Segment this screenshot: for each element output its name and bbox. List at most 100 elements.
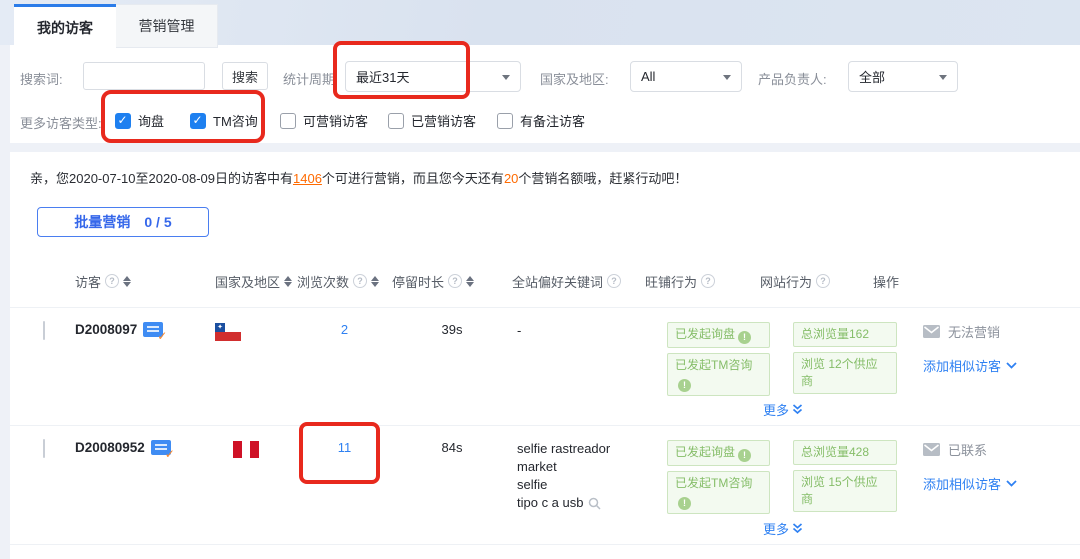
- checkbox-unchecked-icon[interactable]: [280, 112, 296, 129]
- checkbox-unchecked-icon[interactable]: [388, 112, 404, 129]
- bulk-marketing-count: 0 / 5: [144, 214, 172, 230]
- site-behavior-tag: 浏览 12个供应商: [793, 352, 897, 394]
- keyword-value: market: [517, 459, 557, 474]
- add-similar-visitors-link[interactable]: 添加相似访客: [923, 356, 1080, 375]
- keyword-value: selfie rastreador: [517, 441, 611, 456]
- exclamation-icon[interactable]: !: [738, 449, 752, 462]
- views-link[interactable]: 2: [297, 322, 392, 337]
- more-link[interactable]: 更多: [763, 519, 803, 538]
- keyword-value: tipo c a usb: [517, 495, 584, 510]
- help-icon[interactable]: ?: [816, 274, 831, 288]
- owner-select[interactable]: 全部: [848, 61, 958, 92]
- checkbox-marketable[interactable]: 可营销访客: [280, 111, 368, 130]
- help-icon[interactable]: ?: [105, 274, 120, 288]
- header-country[interactable]: 国家及地区: [215, 272, 297, 291]
- visitor-id[interactable]: D20080952: [75, 440, 145, 455]
- sort-icon[interactable]: [123, 275, 132, 287]
- sort-icon[interactable]: [284, 275, 293, 287]
- double-chevron-down-icon: [792, 404, 803, 415]
- visitor-list-panel: 亲，您2020-07-10至2020-08-09日的访客中有1406个可进行营销…: [10, 152, 1080, 559]
- shop-behavior-tag: 已发起TM咨询!: [667, 471, 770, 514]
- bulk-marketing-button[interactable]: 批量营销 0 / 5: [37, 207, 209, 237]
- checkbox-label: 已营销访客: [411, 114, 477, 129]
- search-input[interactable]: [83, 62, 205, 90]
- checkbox-tm-consult[interactable]: TM咨询: [190, 111, 258, 130]
- chevron-down-icon: [1006, 480, 1017, 487]
- header-label: 浏览次数: [297, 274, 350, 290]
- header-label: 旺铺行为: [645, 274, 698, 290]
- header-label: 网站行为: [760, 274, 813, 290]
- checkbox-label: 询盘: [138, 114, 165, 129]
- visitor-id[interactable]: D2008097: [75, 322, 137, 337]
- country-select-value: All: [641, 69, 656, 84]
- checkbox-label: 有备注访客: [520, 114, 586, 129]
- chevron-down-icon: [502, 75, 510, 80]
- exclamation-icon[interactable]: !: [738, 331, 752, 344]
- checkbox-checked-icon[interactable]: [190, 112, 206, 129]
- header-site-behavior: 网站行为 ?: [760, 272, 873, 291]
- country-select[interactable]: All: [630, 61, 742, 92]
- checkbox-marketed[interactable]: 已营销访客: [388, 111, 476, 130]
- checkbox-checked-icon[interactable]: [115, 112, 131, 129]
- chevron-down-icon: [723, 75, 731, 80]
- header-label: 全站偏好关键词: [512, 274, 604, 290]
- notice-text: 亲，您2020-07-10至2020-08-09日的访客中有: [30, 171, 293, 186]
- bulk-marketing-label: 批量营销: [74, 214, 131, 230]
- header-actions: 操作: [873, 272, 1080, 291]
- header-duration[interactable]: 停留时长 ?: [392, 272, 512, 291]
- checkbox-unchecked-icon[interactable]: [497, 112, 513, 129]
- duration-value: 84s: [441, 440, 463, 455]
- header-label: 停留时长: [392, 274, 445, 290]
- quota-count: 20: [503, 171, 519, 186]
- exclamation-icon[interactable]: !: [678, 497, 691, 510]
- period-label: 统计周期: [283, 72, 336, 87]
- header-views[interactable]: 浏览次数 ?: [297, 272, 392, 291]
- checkbox-inquiry[interactable]: 询盘: [115, 111, 164, 130]
- header-label: 访客: [75, 274, 102, 290]
- checkbox-noted[interactable]: 有备注访客: [497, 111, 585, 130]
- marketable-count-link[interactable]: 1406: [293, 171, 322, 186]
- row-checkbox[interactable]: [43, 439, 45, 458]
- owner-select-value: 全部: [859, 70, 886, 85]
- header-keywords: 全站偏好关键词 ?: [512, 272, 645, 291]
- contact-status: 无法营销: [948, 325, 1001, 340]
- help-icon[interactable]: ?: [448, 274, 463, 288]
- search-label: 搜索词:: [20, 72, 63, 87]
- shop-behavior-tag: 已发起询盘!: [667, 322, 770, 348]
- sort-icon[interactable]: [371, 275, 380, 287]
- checkbox-label: TM咨询: [213, 114, 258, 129]
- tab-my-visitors[interactable]: 我的访客: [14, 4, 116, 48]
- chile-flag-icon: ✦: [215, 323, 241, 341]
- shop-behavior-tag: 已发起TM咨询!: [667, 353, 770, 396]
- period-select[interactable]: 最近31天: [345, 61, 521, 92]
- table-header: 访客 ? 国家及地区 浏览次数 ? 停留时长 ? 全站偏好关键词 ? 旺铺行为 …: [10, 255, 1080, 308]
- envelope-icon: [923, 443, 940, 456]
- magnifier-icon[interactable]: [588, 497, 601, 510]
- help-icon[interactable]: ?: [353, 274, 368, 288]
- notice-text: 个营销名额哦，赶紧行动吧！: [518, 171, 688, 186]
- exclamation-icon[interactable]: !: [678, 379, 691, 392]
- views-link[interactable]: 11: [297, 440, 392, 455]
- owner-label: 产品负责人:: [758, 72, 827, 87]
- search-button[interactable]: 搜索: [222, 62, 268, 90]
- double-chevron-down-icon: [792, 523, 803, 534]
- site-behavior-tag: 浏览 15个供应商: [793, 470, 897, 512]
- keyword-value: selfie: [517, 477, 548, 492]
- chevron-down-icon: [939, 75, 947, 80]
- notice-text: 个可进行营销，而且您今天还有: [321, 171, 504, 186]
- help-icon[interactable]: ?: [607, 274, 622, 288]
- country-label: 国家及地区:: [540, 72, 609, 87]
- site-behavior-tag: 总浏览量428: [793, 440, 897, 465]
- help-icon[interactable]: ?: [701, 274, 716, 288]
- tab-marketing-management[interactable]: 营销管理: [116, 4, 218, 48]
- add-similar-visitors-link[interactable]: 添加相似访客: [923, 474, 1080, 493]
- visitor-type-label: 更多访客类型:: [20, 116, 102, 131]
- envelope-icon: [923, 325, 940, 338]
- more-link[interactable]: 更多: [763, 400, 803, 419]
- row-checkbox[interactable]: [43, 321, 45, 340]
- header-visitor[interactable]: 访客 ?: [75, 272, 215, 291]
- sort-icon[interactable]: [466, 275, 475, 287]
- header-shop-behavior: 旺铺行为 ?: [645, 272, 760, 291]
- duration-value: 39s: [441, 322, 463, 337]
- contact-status: 已联系: [948, 443, 988, 458]
